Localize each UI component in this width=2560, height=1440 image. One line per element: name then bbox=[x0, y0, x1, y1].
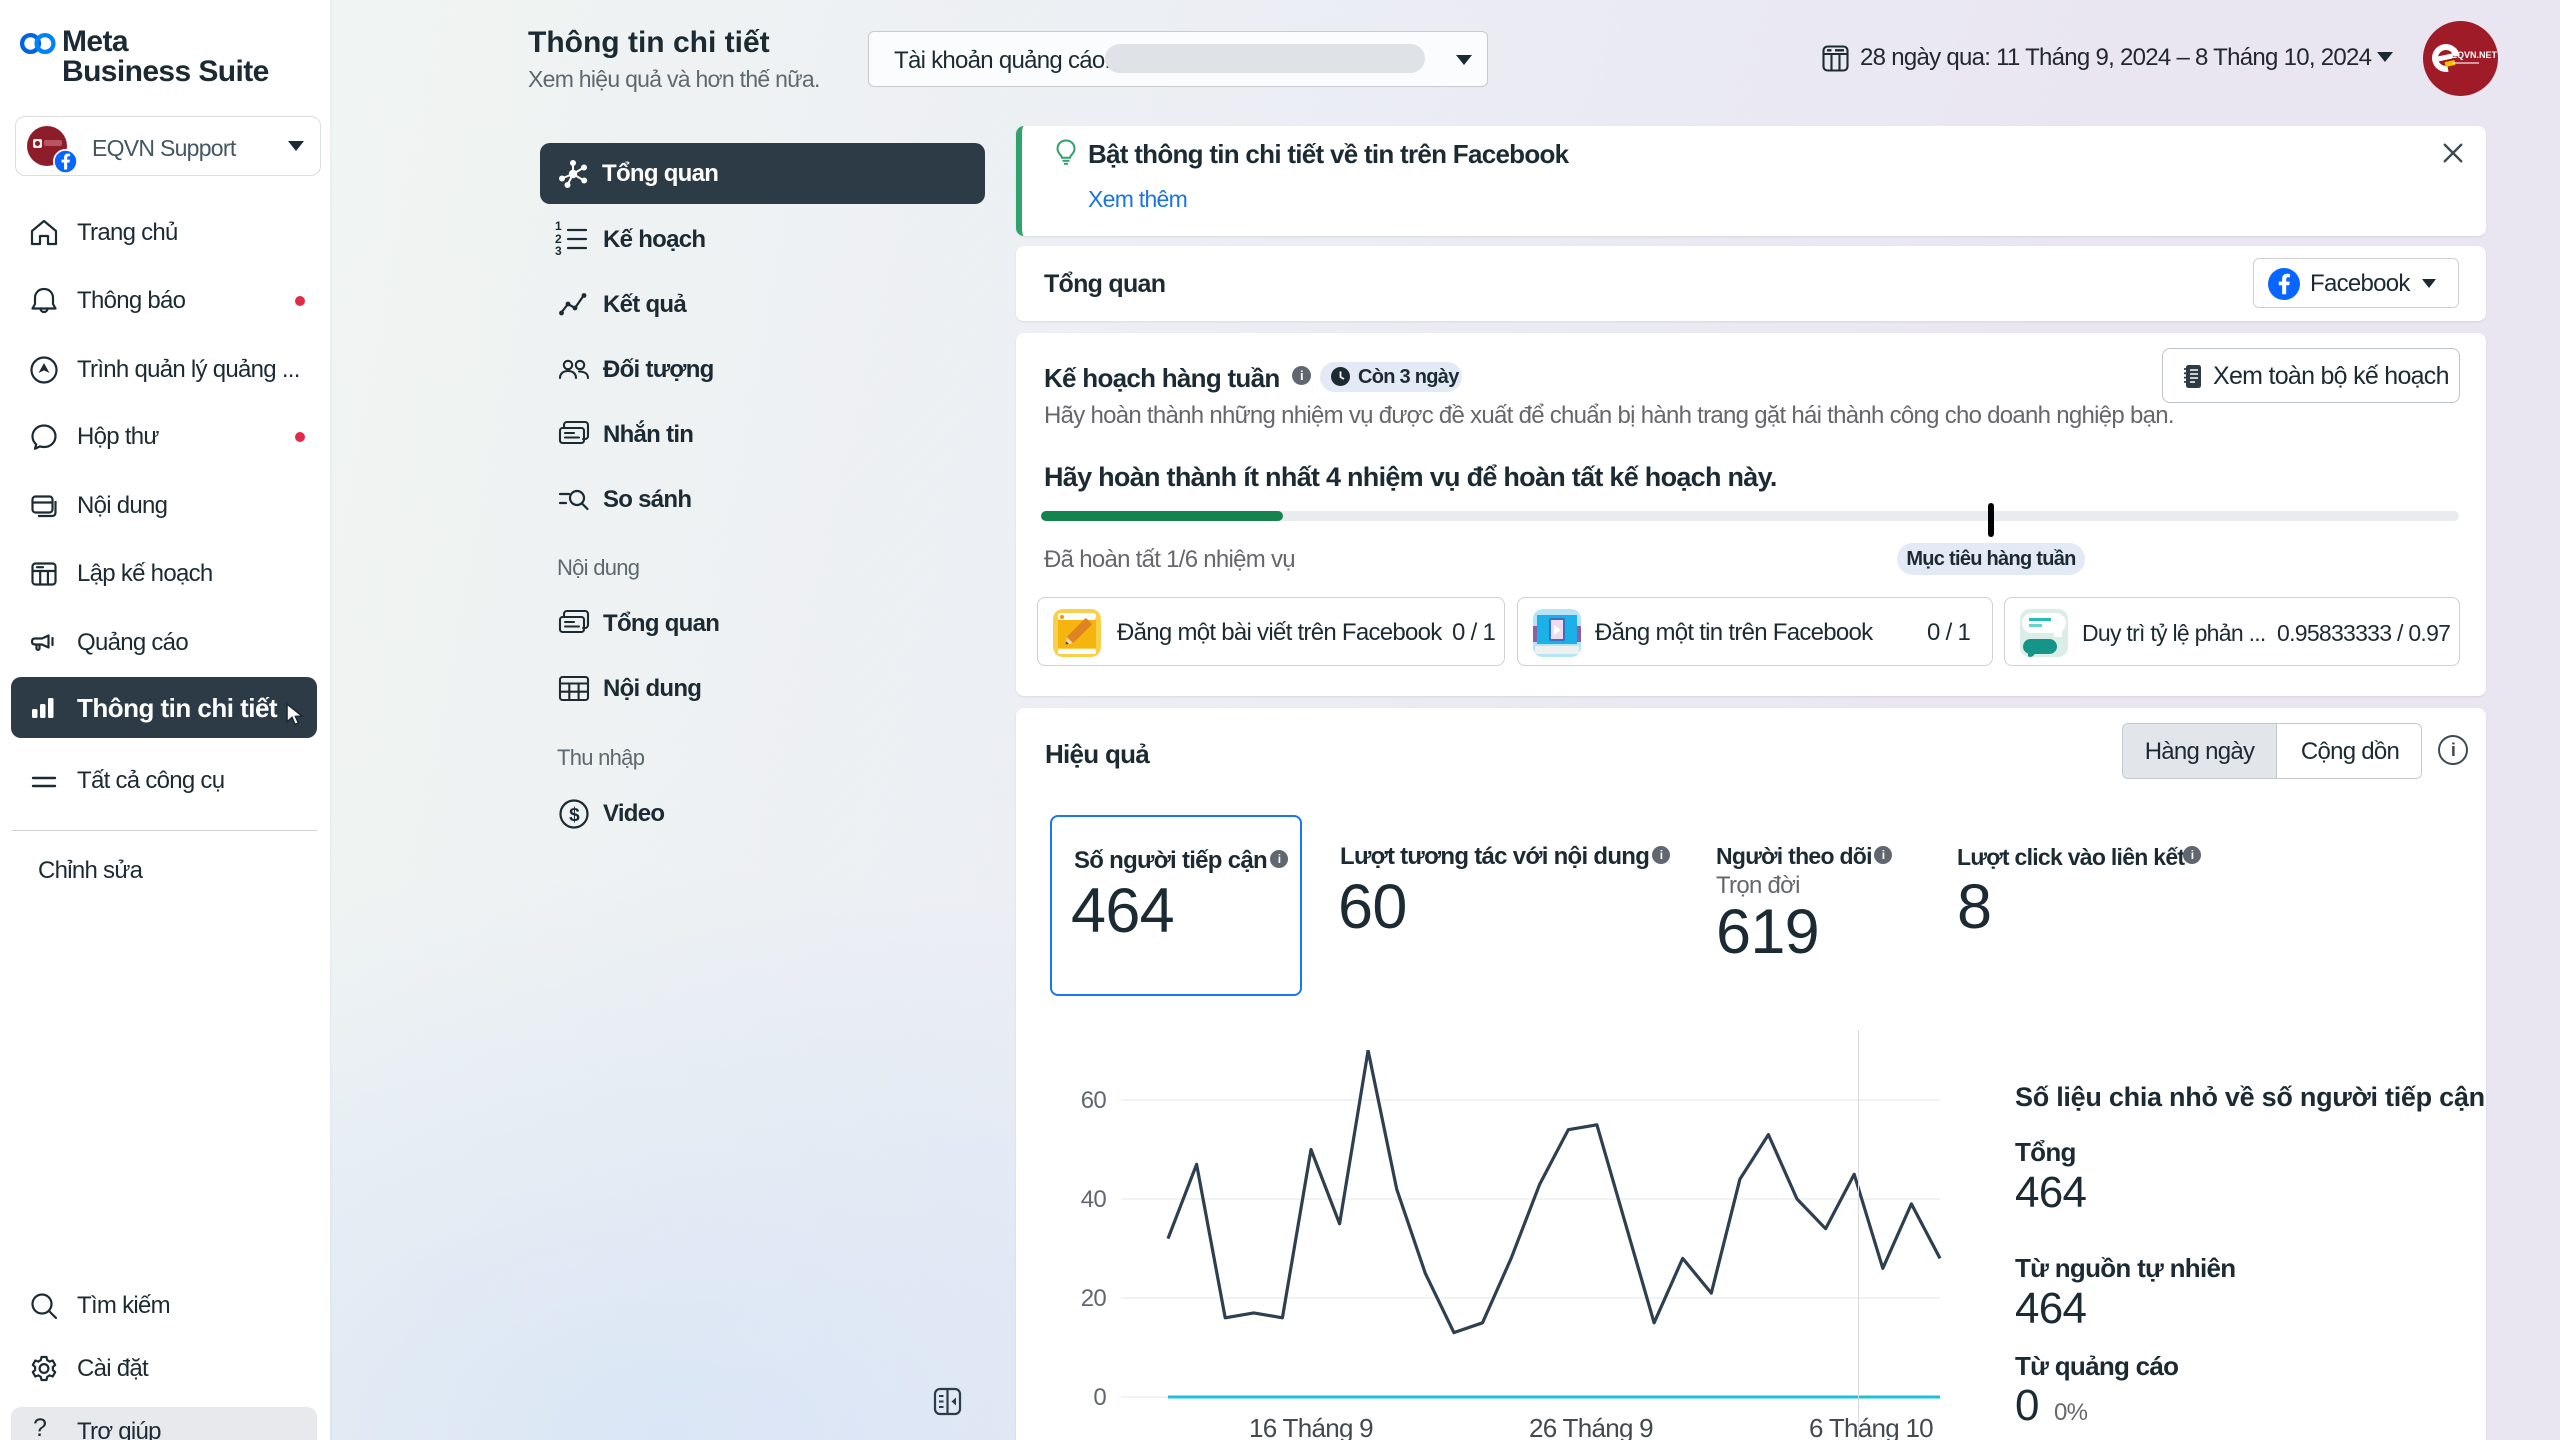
svg-text:26 Tháng 9: 26 Tháng 9 bbox=[1529, 1413, 1653, 1440]
svg-text:60: 60 bbox=[1081, 1087, 1107, 1114]
svg-text:16 Tháng 9: 16 Tháng 9 bbox=[1249, 1413, 1373, 1440]
svg-text:20: 20 bbox=[1081, 1285, 1107, 1312]
svg-text:0: 0 bbox=[1093, 1384, 1106, 1411]
svg-text:6 Tháng 10: 6 Tháng 10 bbox=[1809, 1413, 1933, 1440]
svg-text:40: 40 bbox=[1081, 1186, 1107, 1213]
